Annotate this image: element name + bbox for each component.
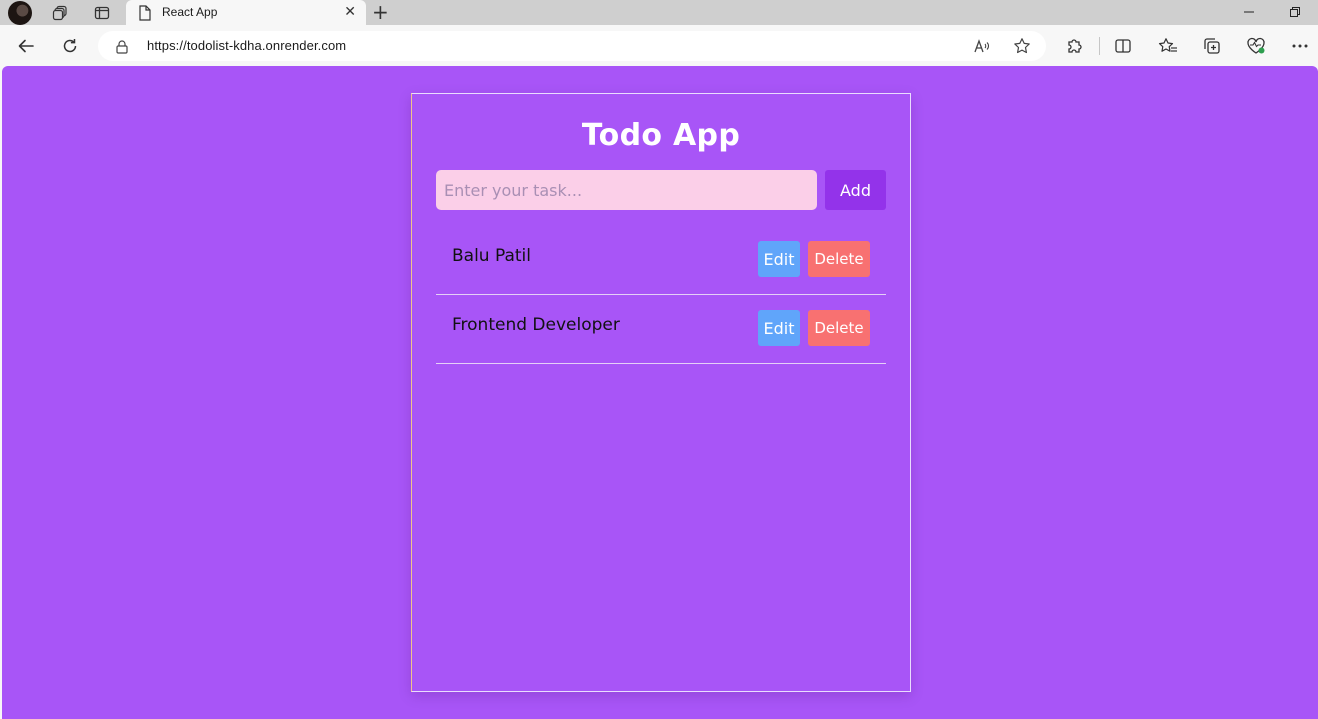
address-bar[interactable]: https://todolist-kdha.onrender.com (98, 31, 1046, 61)
delete-button[interactable]: Delete (808, 241, 870, 277)
back-arrow-icon[interactable] (15, 35, 37, 57)
page-viewport: Todo App Add Balu Patil Edit Delete Fron… (2, 66, 1318, 719)
minimize-icon[interactable] (1240, 3, 1258, 21)
task-input[interactable] (436, 170, 817, 210)
url-text[interactable]: https://todolist-kdha.onrender.com (147, 38, 346, 53)
url-host: todolist-kdha.onrender.com (186, 38, 347, 53)
lock-icon[interactable] (116, 39, 128, 58)
url-scheme: https:// (147, 38, 187, 53)
split-screen-icon[interactable] (1112, 35, 1134, 57)
profile-avatar[interactable] (8, 1, 32, 25)
tab-actions-icon[interactable] (92, 3, 112, 23)
todo-text: Balu Patil (452, 246, 531, 266)
edit-button[interactable]: Edit (758, 241, 800, 277)
page-icon (138, 5, 152, 25)
more-icon[interactable] (1289, 35, 1311, 57)
heartbeat-icon[interactable] (1245, 35, 1267, 57)
read-aloud-icon[interactable] (971, 35, 993, 57)
todo-item: Frontend Developer Edit Delete (436, 295, 886, 364)
toolbar-divider (1099, 37, 1100, 55)
puzzle-icon[interactable] (1064, 35, 1086, 57)
browser-tab[interactable]: React App ✕ (126, 0, 366, 26)
favorites-icon[interactable] (1157, 35, 1179, 57)
tab-title: React App (162, 5, 218, 19)
delete-button[interactable]: Delete (808, 310, 870, 346)
tab-strip: React App ✕ + (0, 0, 1318, 26)
refresh-icon[interactable] (59, 35, 81, 57)
close-tab-icon[interactable]: ✕ (344, 4, 356, 20)
todo-item: Balu Patil Edit Delete (436, 226, 886, 295)
app-title: Todo App (581, 118, 741, 153)
collections-icon[interactable] (1201, 35, 1223, 57)
new-tab-icon[interactable]: + (372, 2, 389, 22)
todo-card: Todo App Add Balu Patil Edit Delete Fron… (411, 93, 911, 692)
todo-list: Balu Patil Edit Delete Frontend Develope… (436, 226, 886, 364)
browser-toolbar: https://todolist-kdha.onrender.com (0, 26, 1318, 66)
restore-icon[interactable] (1286, 3, 1304, 21)
workspaces-icon[interactable] (50, 3, 70, 23)
add-button[interactable]: Add (825, 170, 886, 210)
edit-button[interactable]: Edit (758, 310, 800, 346)
star-icon[interactable] (1011, 35, 1033, 57)
todo-text: Frontend Developer (452, 315, 620, 335)
